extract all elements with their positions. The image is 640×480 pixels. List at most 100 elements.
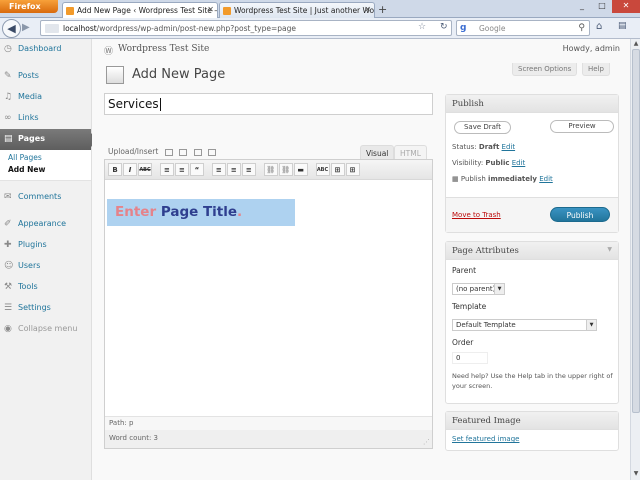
publish-actions: Move to Trash Publish [446,197,618,232]
google-g-icon[interactable]: g [460,23,466,33]
add-audio-icon[interactable] [193,148,202,156]
maximize-button[interactable]: □ [592,0,612,13]
title-image[interactable]: Enter Page Title. [107,199,295,226]
menu-plugins[interactable]: ✚ Plugins [0,235,91,256]
firefox-menu-button[interactable]: Firefox [0,0,58,13]
unlink-button[interactable]: ⛓ [278,163,293,176]
page-scrollbar[interactable]: ▲ ▼ [630,39,640,480]
menu-pages[interactable]: ▤ Pages [0,129,97,150]
toolbar-menu-icon[interactable]: ▤ [618,21,627,31]
scroll-down-icon[interactable]: ▼ [632,470,640,478]
align-center-button[interactable]: ≡ [226,163,241,176]
browser-tab-title: Add New Page ‹ Wordpress Test Site — Wor… [77,6,217,15]
add-video-icon[interactable] [179,148,188,156]
search-icon[interactable]: ⚲ [578,23,585,33]
new-tab-button[interactable]: + [378,3,387,16]
tab-visual[interactable]: Visual [360,145,395,159]
menu-appearance[interactable]: ✐ Appearance [0,214,91,235]
wordpress-logo-icon[interactable]: Ⓦ [104,44,113,57]
strikethrough-button[interactable]: ABC [138,163,152,176]
forward-arrow-icon[interactable]: ▶ [22,22,30,33]
submenu-add-new[interactable]: Add New [0,164,91,176]
submenu-all-pages[interactable]: All Pages [0,152,91,164]
spellcheck-button[interactable]: ABC [315,163,330,176]
numbered-list-button[interactable]: ≡ [174,163,189,176]
template-select[interactable]: Default Template ▼ [452,319,597,331]
blockquote-button[interactable]: “ [189,163,204,176]
text-caret [159,98,161,111]
more-tag-button[interactable]: ▬ [293,163,308,176]
kitchen-sink-button[interactable]: ⊞ [345,163,360,176]
home-icon[interactable]: ⌂ [596,21,602,32]
fullscreen-button[interactable]: ⊞ [330,163,345,176]
scroll-up-icon[interactable]: ▲ [632,40,640,48]
add-media-icon[interactable] [207,148,216,156]
parent-select[interactable]: (no parent) ▼ [452,283,505,295]
wordpress-favicon-icon [223,7,231,15]
collapse-menu[interactable]: ◉ Collapse menu [0,319,91,340]
screen-options-button[interactable]: Screen Options [512,63,578,76]
tab-html[interactable]: HTML [394,145,427,159]
resize-grip-icon[interactable]: ⋰ [423,438,430,446]
menu-settings[interactable]: ☰ Settings [0,298,91,319]
site-name-link[interactable]: Wordpress Test Site [118,44,209,54]
schedule-edit-link[interactable]: Edit [539,175,553,183]
schedule-line: ▦ Publish immediately Edit [452,175,553,183]
upload-insert-row: Upload/Insert [108,147,216,156]
bookmark-star-icon[interactable]: ☆ [418,22,426,32]
browser-tab[interactable]: Wordpress Test Site | Just another WordP… [219,2,375,18]
status-edit-link[interactable]: Edit [502,143,516,151]
word-count: Word count: 3 ⋰ [105,430,432,448]
menu-posts[interactable]: ✎ Posts [0,66,91,87]
order-input[interactable]: 0 [452,352,488,364]
url-path: /wordpress/wp-admin/post-new.php?post_ty… [96,24,296,33]
title-image-word2: Page Title [160,204,238,220]
howdy-admin-menu[interactable]: Howdy, admin [563,44,620,53]
featured-image-title[interactable]: Featured Image [446,412,618,430]
editor-toolbar: B I ABC ≡ ≡ “ ≡ ≡ ≡ ⛓ ⛓ ▬ ABC ⊞ ⊞ [105,160,432,180]
insert-link-button[interactable]: ⛓ [263,163,278,176]
publish-box: Publish Save Draft Preview Status: Draft… [445,94,619,233]
scroll-thumb[interactable] [632,49,640,413]
editor-path-bar: Path: p [105,416,432,430]
browser-tab-active[interactable]: Add New Page ‹ Wordpress Test Site — Wor… [62,2,218,18]
align-left-button[interactable]: ≡ [211,163,226,176]
reload-icon[interactable]: ↻ [440,22,448,32]
help-text: Need help? Use the Help tab in the upper… [452,372,613,390]
site-identity-icon[interactable] [45,24,59,33]
page-attributes-title[interactable]: Page Attributes ▼ [446,242,618,260]
url-bar[interactable]: localhost/wordpress/wp-admin/post-new.ph… [40,20,452,36]
template-label: Template [452,302,487,311]
bullet-list-button[interactable]: ≡ [159,163,174,176]
window-close-button[interactable]: ✕ [612,0,640,13]
help-button[interactable]: Help [582,63,610,76]
minimize-button[interactable]: _ [572,0,592,13]
preview-button[interactable]: Preview [550,120,614,133]
plugin-icon: ✚ [4,240,12,250]
save-draft-button[interactable]: Save Draft [454,121,511,134]
visibility-edit-link[interactable]: Edit [512,159,526,167]
align-right-button[interactable]: ≡ [241,163,256,176]
admin-sidebar: ◷ Dashboard ✎ Posts ♫ Media ∞ Links ▤ Pages A… [0,39,97,480]
bold-button[interactable]: B [108,163,122,176]
back-arrow-icon[interactable]: ◀ [2,19,21,38]
menu-comments[interactable]: ✉ Comments [0,187,91,208]
menu-dashboard[interactable]: ◷ Dashboard [0,39,91,60]
move-to-trash-link[interactable]: Move to Trash [452,211,501,219]
menu-media[interactable]: ♫ Media [0,87,91,108]
add-image-icon[interactable] [164,148,173,156]
tab-close-icon[interactable]: ✕ [207,5,214,14]
italic-button[interactable]: I [123,163,137,176]
set-featured-image-link[interactable]: Set featured image [452,435,519,443]
publish-box-title[interactable]: Publish [446,95,618,113]
toggle-arrow-icon[interactable]: ▼ [607,246,612,253]
search-input[interactable]: g Google ⚲ [456,20,590,36]
editor-content-area[interactable]: Enter Page Title. [105,180,432,414]
menu-users[interactable]: ☺ Users [0,256,91,277]
post-title-input[interactable]: Services [104,93,433,115]
tab-close-icon[interactable]: ✕ [364,5,371,14]
publish-button[interactable]: Publish [550,207,610,222]
menu-links[interactable]: ∞ Links [0,108,91,129]
media-icon: ♫ [4,92,13,102]
menu-tools[interactable]: ⚒ Tools [0,277,91,298]
